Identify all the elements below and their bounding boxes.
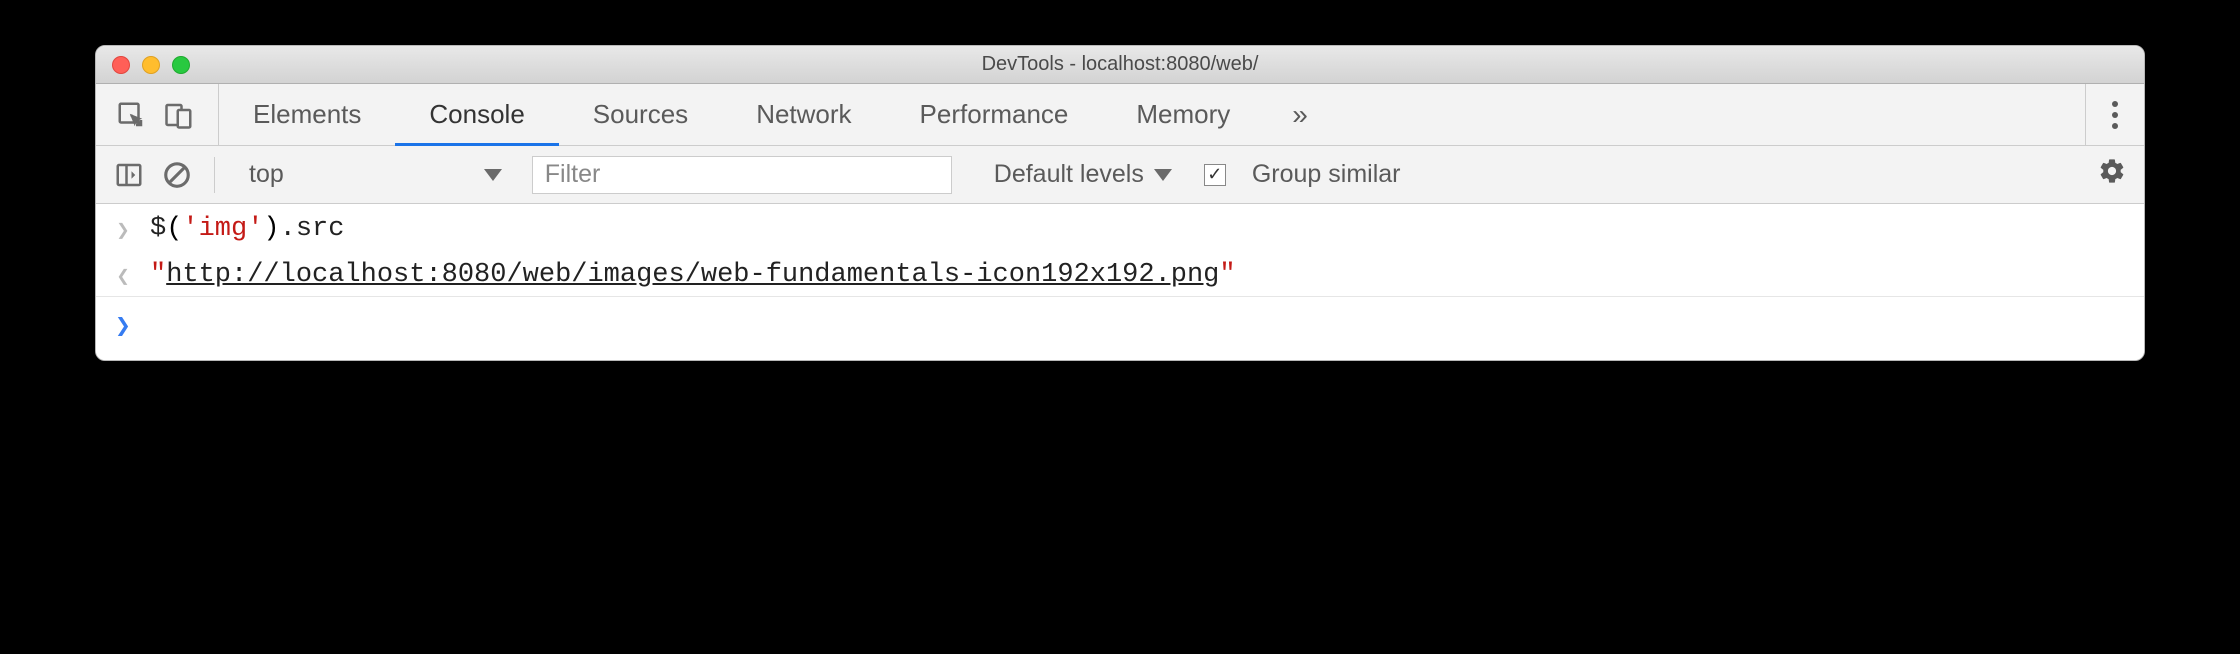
code-string: 'img' — [182, 214, 263, 244]
traffic-lights — [96, 56, 190, 74]
execution-context-select[interactable]: top — [237, 156, 514, 193]
minimize-button[interactable] — [142, 56, 160, 74]
code-paren: ) — [263, 214, 279, 244]
code-fn: $ — [150, 214, 166, 244]
console-sidebar-toggle-icon[interactable] — [114, 160, 144, 190]
console-output: "http://localhost:8080/web/images/web-fu… — [150, 260, 1236, 290]
tab-elements[interactable]: Elements — [219, 84, 395, 145]
group-similar-checkbox[interactable]: ✓ — [1204, 164, 1226, 186]
caret-down-icon — [484, 169, 502, 181]
input-chevron-icon: ❯ — [114, 214, 132, 244]
tabbar: Elements Console Sources Network Perform… — [96, 84, 2144, 146]
titlebar: DevTools - localhost:8080/web/ — [96, 46, 2144, 84]
console-settings-icon[interactable] — [2098, 157, 2126, 192]
filter-input[interactable] — [532, 156, 952, 194]
tab-performance[interactable]: Performance — [886, 84, 1103, 145]
log-levels-select[interactable]: Default levels — [994, 160, 1172, 189]
caret-down-icon — [1154, 169, 1172, 181]
tabs-overflow[interactable]: » — [1264, 84, 1336, 145]
separator — [214, 157, 215, 193]
tab-memory[interactable]: Memory — [1102, 84, 1264, 145]
close-button[interactable] — [112, 56, 130, 74]
inspect-icon[interactable] — [116, 100, 146, 130]
prompt-chevron-icon: ❯ — [114, 307, 132, 342]
maximize-button[interactable] — [172, 56, 190, 74]
tabbar-menu[interactable] — [2085, 84, 2144, 145]
devtools-window: DevTools - localhost:8080/web/ Elements … — [95, 45, 2145, 361]
console-toolbar: top Default levels ✓ Group similar — [96, 146, 2144, 204]
quote: " — [1219, 260, 1235, 290]
console-prompt-row[interactable]: ❯ — [96, 297, 2144, 360]
quote: " — [150, 260, 166, 290]
console-body: ❯ $('img').src ❯ "http://localhost:8080/… — [96, 204, 2144, 360]
levels-label: Default levels — [994, 160, 1144, 189]
output-chevron-icon: ❯ — [114, 260, 132, 290]
window-title: DevTools - localhost:8080/web/ — [96, 53, 2144, 76]
tabbar-left — [96, 84, 219, 145]
clear-console-icon[interactable] — [162, 160, 192, 190]
scope-label: top — [249, 160, 284, 189]
code-prop: .src — [280, 214, 345, 244]
console-input-code[interactable]: $('img').src — [150, 214, 344, 244]
kebab-icon — [2112, 101, 2118, 129]
group-similar-label: Group similar — [1252, 160, 1401, 189]
code-paren: ( — [166, 214, 182, 244]
tabs: Elements Console Sources Network Perform… — [219, 84, 2085, 145]
result-url-link[interactable]: http://localhost:8080/web/images/web-fun… — [166, 260, 1219, 290]
console-input-row: ❯ $('img').src — [96, 204, 2144, 250]
console-output-row: ❯ "http://localhost:8080/web/images/web-… — [96, 250, 2144, 296]
tab-sources[interactable]: Sources — [559, 84, 722, 145]
tab-network[interactable]: Network — [722, 84, 885, 145]
tab-console[interactable]: Console — [395, 84, 558, 145]
device-toggle-icon[interactable] — [164, 100, 194, 130]
